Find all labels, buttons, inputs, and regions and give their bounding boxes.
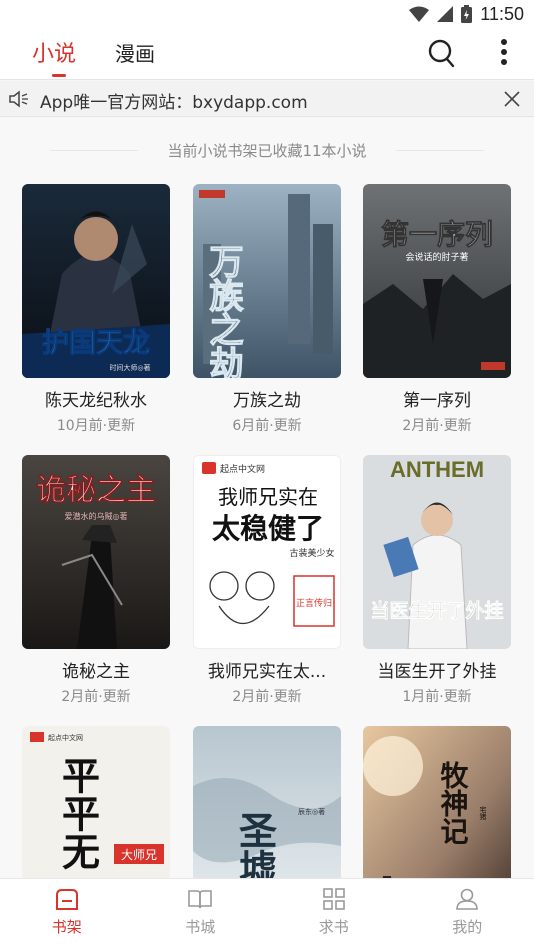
- top-app-bar: 小说 漫画: [0, 28, 534, 80]
- book-title: 第一序列: [403, 391, 471, 411]
- cover-title: 圣墟: [233, 811, 278, 878]
- status-bar: 11:50: [0, 0, 534, 28]
- book-card[interactable]: ANTHEM 当医生开了外挂 当医生开了外挂 1月前·更新: [362, 455, 512, 706]
- cover-author: 辰东◎著: [298, 807, 325, 816]
- cover-brand: 起点中文网: [220, 463, 265, 475]
- status-indicators: 11:50: [409, 3, 524, 25]
- search-icon[interactable]: [428, 38, 456, 68]
- cover-author: 时间大师◎著: [109, 363, 150, 372]
- cover-author: 宅猪: [479, 805, 487, 821]
- nav-label: 求书: [318, 918, 349, 936]
- book-cover[interactable]: 圣墟 辰东◎著: [193, 726, 341, 878]
- signal-icon: [437, 6, 454, 22]
- book-title: 诡秘之主: [62, 662, 130, 682]
- book-card[interactable]: 护国天龙 时间大师◎著 陈天龙纪秋水 10月前·更新: [21, 184, 171, 435]
- notice-text: App唯一官方网站：bxydapp.com: [40, 93, 308, 113]
- cover-author: 会说话的肘子著: [405, 251, 468, 263]
- book-card[interactable]: 万族之劫 万族之劫 6月前·更新: [192, 184, 342, 435]
- cover-title: 诡秘之主: [36, 473, 156, 508]
- book-card[interactable]: 牧神记 宅猪: [362, 726, 512, 878]
- book-cover[interactable]: 护国天龙 时间大师◎著: [22, 184, 170, 378]
- book-card[interactable]: 起点中文网 我师兄实在 太稳健了 古装美少女 正言传归 我师兄实在太... 2月…: [192, 455, 342, 706]
- cover-title: 第一序列: [381, 218, 493, 251]
- nav-label: 书城: [185, 918, 216, 936]
- cover-title-2: 太稳健了: [212, 512, 324, 545]
- book-title: 当医生开了外挂: [377, 662, 497, 682]
- wifi-icon: [409, 6, 430, 22]
- book-title: 万族之劫: [233, 391, 301, 411]
- book-cover[interactable]: 第一序列 会说话的肘子著: [363, 184, 511, 378]
- tab-comic[interactable]: 漫画: [115, 38, 155, 67]
- book-title: 我师兄实在太...: [207, 662, 327, 682]
- cover-title: 万族之劫: [203, 244, 243, 378]
- tab-active-indicator: [52, 74, 66, 77]
- grid-icon: [322, 888, 345, 910]
- bookshelf: 当前小说书架已收藏11本小说 护国天龙 时间大师◎著 陈天龙纪秋水 10月前·更…: [0, 118, 534, 878]
- speaker-icon: [9, 90, 28, 108]
- book-card[interactable]: 圣墟 辰东◎著: [192, 726, 342, 878]
- cover-title: ANTHEM: [390, 457, 484, 482]
- nav-label: 书架: [51, 918, 82, 936]
- nav-request-book[interactable]: 求书: [267, 879, 401, 950]
- nav-label: 我的: [452, 918, 483, 936]
- more-vert-icon[interactable]: [500, 38, 508, 66]
- battery-icon: [461, 5, 473, 23]
- book-update-time: 6月前·更新: [232, 418, 302, 434]
- book-card[interactable]: 起点中文网 平平无 大师兄: [21, 726, 171, 878]
- divider: [396, 150, 484, 151]
- book-card[interactable]: 第一序列 会说话的肘子著 第一序列 2月前·更新: [362, 184, 512, 435]
- book-cover[interactable]: 牧神记 宅猪: [363, 726, 511, 878]
- nav-profile[interactable]: 我的: [401, 879, 534, 950]
- book-update-time: 10月前·更新: [56, 418, 136, 434]
- tab-novel[interactable]: 小说: [32, 36, 76, 68]
- clock: 11:50: [480, 3, 524, 24]
- cover-brand: 起点中文网: [48, 733, 83, 742]
- book-cover[interactable]: 起点中文网 我师兄实在 太稳健了 古装美少女 正言传归: [193, 455, 341, 649]
- notice-bar: App唯一官方网站：bxydapp.com: [0, 81, 534, 117]
- cover-seal: 正言传归: [296, 597, 332, 609]
- cover-author: 爱潜水的乌贼◎著: [65, 511, 128, 521]
- user-icon: [456, 888, 479, 910]
- cover-title: 牧神记: [437, 761, 470, 845]
- cover-title-2: 当医生开了外挂: [370, 599, 503, 622]
- book-cover[interactable]: 起点中文网 平平无 大师兄: [22, 726, 170, 878]
- book-cover[interactable]: 万族之劫: [193, 184, 341, 378]
- bottom-nav: 书架 书城 求书 我的: [0, 878, 534, 950]
- cover-title: 我师兄实在: [218, 485, 318, 509]
- bookshelf-icon: [55, 889, 78, 910]
- close-icon[interactable]: [504, 91, 520, 107]
- book-cover[interactable]: 诡秘之主 爱潜水的乌贼◎著: [22, 455, 170, 649]
- book-update-time: 2月前·更新: [232, 689, 302, 705]
- book-card[interactable]: 诡秘之主 爱潜水的乌贼◎著 诡秘之主 2月前·更新: [21, 455, 171, 706]
- book-cover[interactable]: ANTHEM 当医生开了外挂: [363, 455, 511, 649]
- cover-author: 大师兄: [121, 848, 157, 862]
- book-open-icon: [188, 890, 213, 909]
- cover-author: 古装美少女: [289, 547, 334, 559]
- book-title: 陈天龙纪秋水: [45, 391, 147, 411]
- nav-bookstore[interactable]: 书城: [134, 879, 268, 950]
- cover-title: 护国天龙: [42, 328, 150, 359]
- nav-bookshelf[interactable]: 书架: [0, 879, 134, 950]
- cover-title: 平平无: [56, 756, 101, 870]
- book-update-time: 2月前·更新: [402, 418, 472, 434]
- book-update-time: 1月前·更新: [402, 689, 472, 705]
- book-update-time: 2月前·更新: [61, 689, 131, 705]
